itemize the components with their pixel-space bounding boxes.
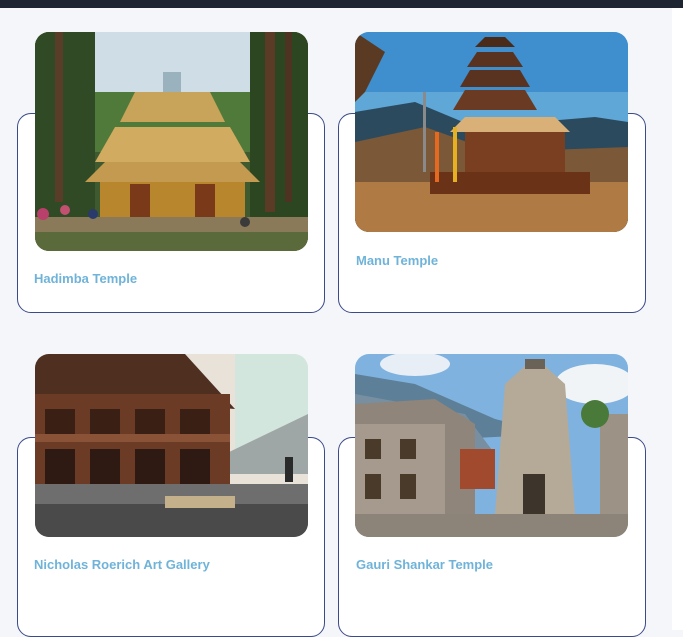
hadimba-temple-image[interactable] bbox=[35, 32, 308, 251]
card-title[interactable]: Hadimba Temple bbox=[34, 271, 137, 286]
manu-temple-image[interactable] bbox=[355, 32, 628, 232]
gauri-shankar-temple-image[interactable] bbox=[355, 354, 628, 537]
right-strip bbox=[672, 8, 683, 630]
nicholas-roerich-art-gallery-image[interactable] bbox=[35, 354, 308, 537]
top-bar bbox=[0, 0, 683, 8]
card-title[interactable]: Nicholas Roerich Art Gallery bbox=[34, 557, 210, 572]
card-title[interactable]: Manu Temple bbox=[356, 253, 438, 268]
card-title[interactable]: Gauri Shankar Temple bbox=[356, 557, 493, 572]
